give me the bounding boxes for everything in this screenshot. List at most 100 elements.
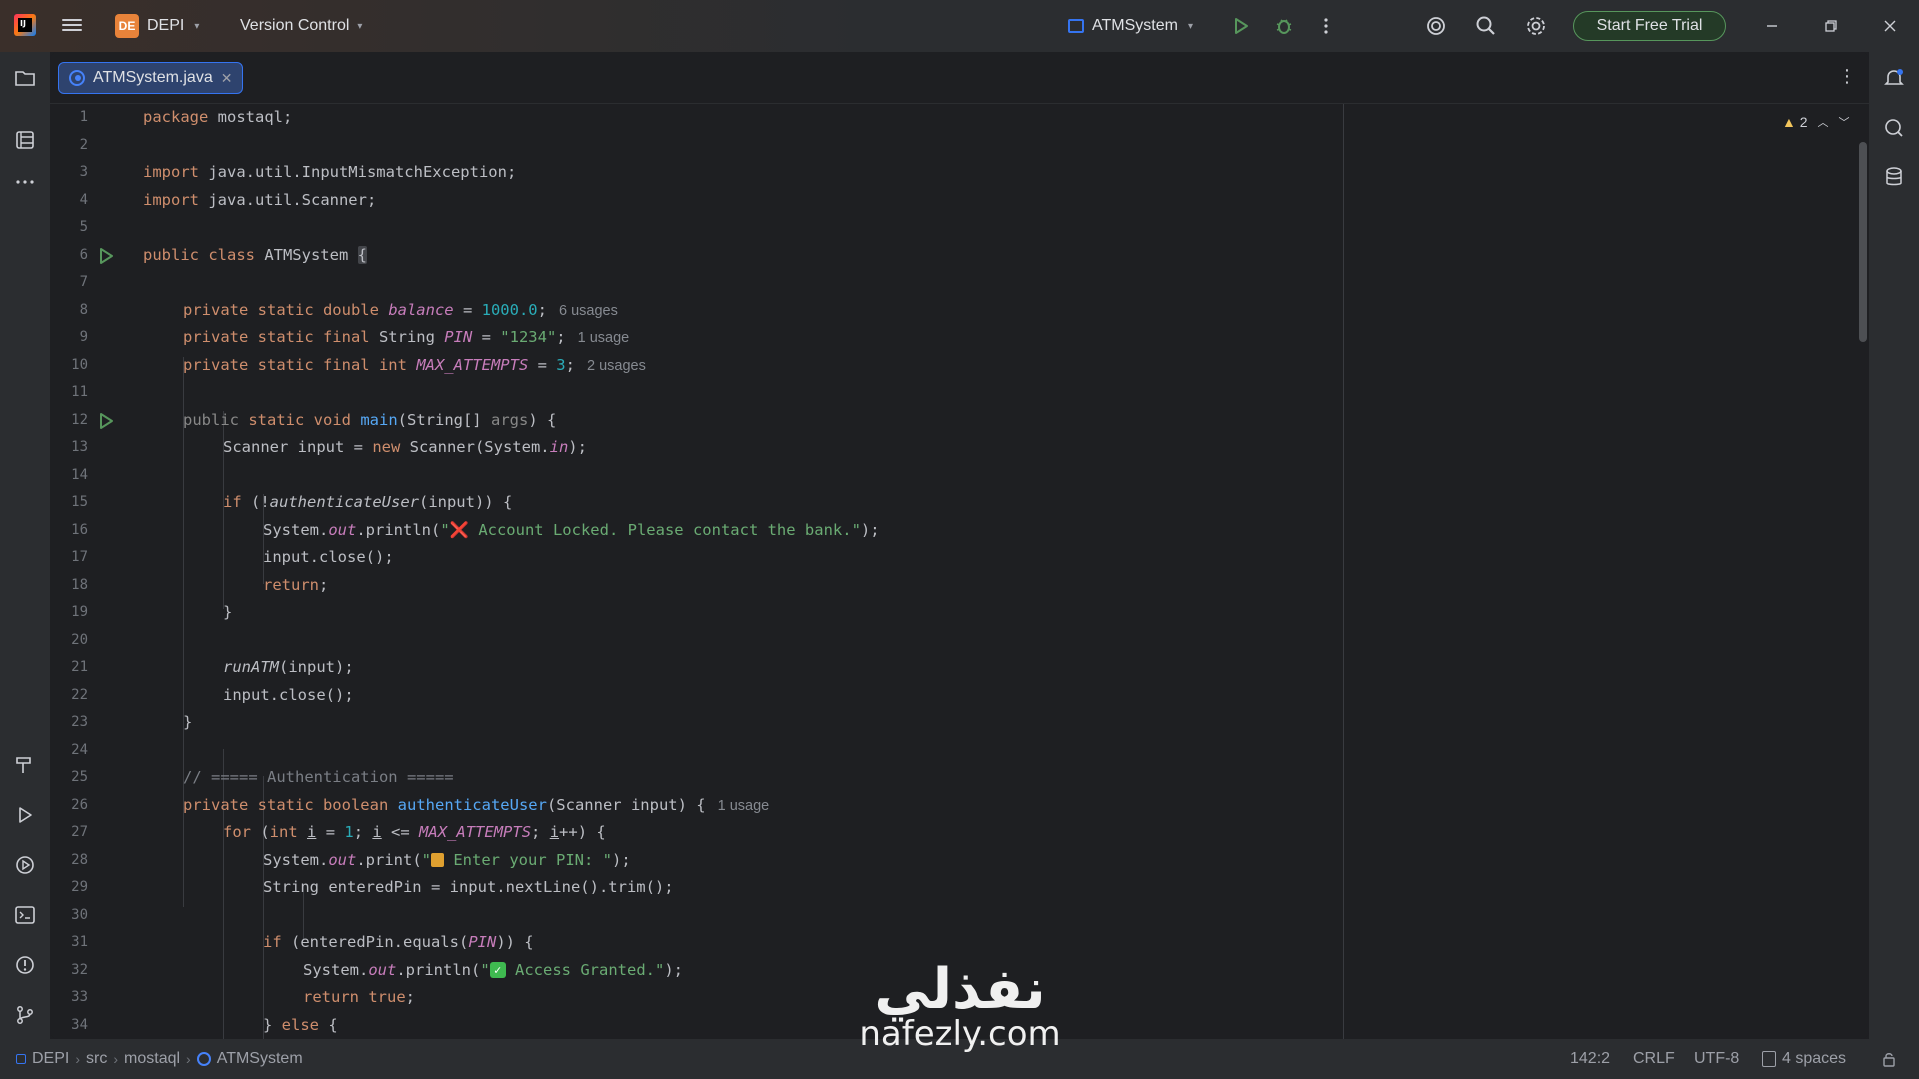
run-tool-icon[interactable] — [12, 802, 38, 828]
warning-indicator[interactable]: ▲ 2 — [1782, 114, 1808, 130]
terminal-icon[interactable] — [12, 902, 38, 928]
services-icon[interactable] — [12, 852, 38, 878]
restore-icon[interactable] — [1818, 13, 1844, 39]
run-config-label: ATMSystem — [1092, 17, 1178, 34]
breadcrumb-package[interactable]: mostaql — [124, 1050, 180, 1068]
code-line-28: System.out.print(" Enter your PIN: "); — [263, 850, 631, 869]
ai-chat-icon[interactable] — [1881, 115, 1907, 141]
line-number: 1 — [79, 109, 88, 125]
problems-icon[interactable] — [12, 952, 38, 978]
breadcrumb-class[interactable]: ATMSystem — [217, 1050, 303, 1068]
git-branch-icon[interactable] — [12, 1002, 38, 1028]
chevron-right-icon: › — [75, 1051, 81, 1067]
line-number: 26 — [71, 796, 88, 813]
breadcrumb-project[interactable]: DEPI — [32, 1050, 69, 1068]
search-icon[interactable] — [1473, 13, 1499, 39]
code-line-22: input.close(); — [223, 685, 354, 704]
code-line-15: if (!authenticateUser(input)) { — [223, 493, 513, 511]
tab-options-icon[interactable]: ⋮ — [1837, 66, 1857, 90]
line-number: 30 — [71, 906, 88, 923]
line-number: 9 — [79, 329, 88, 345]
run-class-gutter-icon[interactable] — [97, 247, 115, 265]
run-icon[interactable] — [1228, 13, 1254, 39]
module-icon — [16, 1054, 26, 1064]
code-line-31: if (enteredPin.equals(PIN)) { — [263, 933, 534, 951]
database-icon[interactable] — [1881, 164, 1907, 190]
code-line-8: private static double balance = 1000.0; 6… — [183, 300, 618, 319]
breadcrumb: DEPI › src › mostaql › ATMSystem — [16, 1049, 303, 1069]
main-menu-icon[interactable] — [62, 16, 82, 34]
close-window-icon[interactable] — [1877, 13, 1903, 39]
line-number: 13 — [71, 439, 88, 455]
build-hammer-icon[interactable] — [12, 752, 38, 778]
usages-hint[interactable]: 1 usage — [578, 330, 630, 346]
version-control-menu[interactable]: Version Control ▾ — [240, 13, 362, 39]
usages-hint[interactable]: 2 usages — [587, 358, 646, 374]
indent-settings[interactable]: 4 spaces — [1762, 1049, 1846, 1069]
line-number: 16 — [71, 521, 88, 538]
more-actions-icon[interactable] — [1313, 13, 1339, 39]
code-line-26: private static boolean authenticateUser(… — [183, 795, 770, 814]
next-highlight-icon[interactable]: ﹀ — [1839, 114, 1850, 130]
line-number: 29 — [71, 879, 88, 895]
code-line-25: // ===== Authentication ===== — [183, 768, 454, 786]
right-tool-strip — [1869, 52, 1919, 1039]
line-number: 34 — [71, 1016, 88, 1033]
more-tools-icon[interactable] — [12, 169, 38, 195]
code-area[interactable]: package mostaql; import java.util.InputM… — [143, 104, 1343, 1039]
close-tab-icon[interactable]: ✕ — [221, 70, 233, 87]
previous-highlight-icon[interactable]: ︿ — [1818, 114, 1829, 130]
usages-hint[interactable]: 6 usages — [559, 303, 618, 319]
notifications-bell-icon[interactable] — [1881, 65, 1907, 91]
code-line-17: input.close(); — [263, 548, 394, 566]
lock-icon — [431, 853, 444, 867]
editor-pane: ATMSystem.java ✕ ⋮ ▲ 2 ︿ ﹀ 1 2 3 4 5 6 7 8 9 10 11… — [50, 52, 1869, 1039]
usages-hint[interactable]: 1 usage — [718, 798, 770, 814]
line-number: 15 — [71, 494, 88, 510]
inspection-widget[interactable]: ▲ 2 ︿ ﹀ — [1782, 114, 1850, 130]
line-number: 24 — [71, 741, 88, 758]
caret-position[interactable]: 142:2 — [1570, 1049, 1610, 1069]
breadcrumb-src[interactable]: src — [86, 1050, 107, 1068]
code-line-19: } — [223, 603, 233, 621]
code-line-27: for (int i = 1; i <= MAX_ATTEMPTS; i++) … — [223, 823, 606, 841]
read-only-lock-icon[interactable] — [1882, 1049, 1896, 1069]
line-number: 19 — [71, 604, 88, 620]
line-number: 4 — [79, 191, 88, 208]
line-separator[interactable]: CRLF — [1633, 1049, 1675, 1069]
indent-icon — [1762, 1051, 1776, 1067]
minimize-icon[interactable] — [1759, 13, 1785, 39]
line-number: 22 — [71, 686, 88, 703]
settings-gear-icon[interactable] — [1523, 13, 1549, 39]
code-line-3: import java.util.InputMismatchException; — [143, 163, 517, 181]
ai-assistant-icon[interactable] — [1423, 13, 1449, 39]
code-line-12: public static void main(String[] args) { — [183, 410, 557, 429]
run-main-gutter-icon[interactable] — [97, 412, 115, 430]
code-line-18: return; — [263, 575, 329, 594]
tab-atmsystem-java[interactable]: ATMSystem.java ✕ — [58, 62, 244, 94]
debug-icon[interactable] — [1271, 13, 1297, 39]
structure-icon[interactable] — [12, 127, 38, 153]
tab-label: ATMSystem.java — [93, 69, 213, 86]
run-configuration-selector[interactable]: ATMSystem ▾ — [1068, 13, 1193, 39]
start-free-trial-button[interactable]: Start Free Trial — [1573, 11, 1726, 41]
line-number: 2 — [79, 136, 88, 153]
title-bar: IJ DE DEPI ▾ Version Control ▾ ATMSystem… — [0, 0, 1919, 52]
chevron-right-icon: › — [186, 1051, 191, 1067]
line-number: 21 — [71, 659, 88, 675]
line-number: 10 — [71, 356, 88, 373]
code-line-23: } — [183, 713, 193, 731]
check-mark-icon: ✓ — [489, 962, 506, 978]
file-encoding[interactable]: UTF-8 — [1694, 1049, 1739, 1069]
warning-triangle-icon: ▲ — [1782, 114, 1796, 130]
indent-guide — [183, 357, 184, 907]
code-line-6: public class ATMSystem { — [143, 245, 367, 264]
project-folder-icon[interactable] — [12, 65, 38, 91]
project-selector[interactable]: DE DEPI ▾ — [115, 13, 199, 39]
code-line-32: System.out.println(" ✓ Access Granted."); — [303, 960, 683, 979]
intellij-logo-icon[interactable]: IJ — [14, 14, 36, 36]
right-margin-guide — [1343, 104, 1344, 1039]
project-badge: DE — [115, 14, 139, 38]
code-line-9: private static final String PIN = "1234"… — [183, 328, 630, 346]
vertical-scrollbar[interactable] — [1859, 142, 1867, 342]
